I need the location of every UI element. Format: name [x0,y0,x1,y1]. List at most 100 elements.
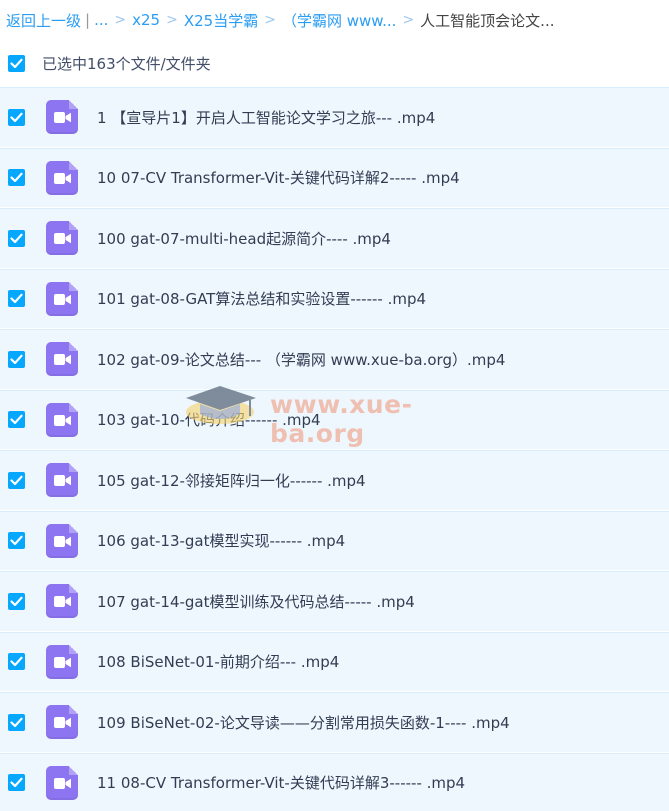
file-name[interactable]: 105 gat-12-邻接矩阵归一化------ .mp4 [97,470,366,491]
file-name[interactable]: 101 gat-08-GAT算法总结和实验设置------ .mp4 [97,288,426,309]
file-name[interactable]: 100 gat-07-multi-head起源简介---- .mp4 [97,228,391,249]
file-checkbox[interactable] [8,290,25,308]
breadcrumb-link-x25[interactable]: x25 [132,11,160,29]
breadcrumb-link-xueba-site[interactable]: （学霸网 www... [282,10,397,31]
file-row[interactable]: 100 gat-07-multi-head起源简介---- .mp4 [0,208,669,269]
video-camera-icon [54,293,71,305]
video-file-icon [46,705,78,740]
checkmark-icon [10,777,23,788]
file-checkbox[interactable] [8,653,25,671]
checkmark-icon [10,58,23,68]
chevron-right-icon: > [166,12,178,28]
selection-count-label: 已选中163个文件/文件夹 [42,54,211,73]
file-name[interactable]: 1 【宣导片1】开启人工智能论文学习之旅--- .mp4 [97,107,435,128]
file-checkbox[interactable] [8,350,25,368]
file-checkbox[interactable] [8,774,25,792]
file-name[interactable]: 11 08-CV Transformer-Vit-关键代码详解3------ .… [97,772,465,793]
file-name[interactable]: 102 gat-09-论文总结--- （学霸网 www.xue-ba.org）.… [97,349,505,370]
file-checkbox[interactable] [8,592,25,610]
file-fold-corner [69,705,78,715]
file-fold-corner [69,644,78,654]
video-camera-icon [54,112,71,124]
back-link[interactable]: 返回上一级 [6,10,81,31]
video-camera-icon [54,475,71,487]
file-fold-corner [69,342,78,352]
checkmark-icon [10,656,23,667]
video-file-icon [46,281,78,316]
file-row[interactable]: 103 gat-10-代码介绍------ .mp4 [0,389,669,450]
breadcrumb-link-x25-xueba[interactable]: X25当学霸 [184,10,258,31]
file-checkbox[interactable] [8,169,25,187]
checkmark-icon [10,596,23,606]
breadcrumb-crumb-xueba-site: > （学霸网 www... [258,10,396,31]
select-all-checkbox[interactable] [8,54,25,72]
checkmark-icon [10,414,23,425]
file-name[interactable]: 109 BiSeNet-02-论文导读——分割常用损失函数-1---- .mp4 [97,712,510,733]
video-file-icon [46,100,78,135]
video-file-icon [46,463,78,498]
video-file-icon [46,160,78,195]
file-checkbox[interactable] [8,411,25,429]
file-name[interactable]: 10 07-CV Transformer-Vit-关键代码详解2----- .m… [97,167,460,188]
breadcrumb-crumb-current: > 人工智能顶会论文... [396,10,554,31]
file-row[interactable]: 101 gat-08-GAT算法总结和实验设置------ .mp4 [0,268,669,329]
file-fold-corner [69,100,78,110]
video-file-icon [46,523,78,558]
file-fold-corner [69,160,78,170]
video-camera-icon [54,717,71,729]
video-camera-icon [54,354,71,366]
file-row[interactable]: 11 08-CV Transformer-Vit-关键代码详解3------ .… [0,752,669,811]
checkmark-icon [10,233,23,243]
file-row[interactable]: 10 07-CV Transformer-Vit-关键代码详解2----- .m… [0,147,669,208]
video-file-icon [46,584,78,619]
file-checkbox[interactable] [8,471,25,489]
checkmark-icon [10,354,23,364]
file-fold-corner [69,463,78,473]
file-name[interactable]: 103 gat-10-代码介绍------ .mp4 [97,409,321,430]
breadcrumb-crumb-x25: > x25 [108,11,160,29]
file-row[interactable]: 1 【宣导片1】开启人工智能论文学习之旅--- .mp4 [0,87,669,148]
checkmark-icon [10,112,23,122]
video-file-icon [46,402,78,437]
file-checkbox[interactable] [8,108,25,126]
file-fold-corner [69,281,78,291]
file-row[interactable]: 108 BiSeNet-01-前期介绍--- .mp4 [0,631,669,692]
file-row[interactable]: 105 gat-12-邻接矩阵归一化------ .mp4 [0,450,669,511]
video-file-icon [46,221,78,256]
checkmark-icon [10,535,23,546]
video-camera-icon [54,535,71,547]
chevron-right-icon: > [264,12,276,28]
video-camera-icon [54,777,71,789]
video-file-icon [46,342,78,377]
breadcrumb: 返回上一级 | ... > x25 > X25当学霸 > （学霸网 www...… [0,0,669,40]
checkmark-icon [10,475,23,485]
breadcrumb-divider: | [85,11,91,29]
video-camera-icon [54,172,71,184]
file-fold-corner [69,402,78,412]
file-checkbox[interactable] [8,229,25,247]
video-camera-icon [54,233,71,245]
video-file-icon [46,644,78,679]
video-camera-icon [54,596,71,608]
breadcrumb-crumb-x25-xueba: > X25当学霸 [160,10,258,31]
breadcrumb-current: 人工智能顶会论文... [420,11,555,30]
chevron-right-icon: > [114,12,127,28]
file-list: 1 【宣导片1】开启人工智能论文学习之旅--- .mp4 10 07-CV Tra… [0,87,669,811]
checkmark-icon [10,293,23,304]
video-file-icon [46,765,78,800]
breadcrumb-ellipsis[interactable]: ... [94,11,108,29]
file-row[interactable]: 102 gat-09-论文总结--- （学霸网 www.xue-ba.org）.… [0,329,669,390]
file-row[interactable]: 106 gat-13-gat模型实现------ .mp4 [0,510,669,571]
file-row[interactable]: 109 BiSeNet-02-论文导读——分割常用损失函数-1---- .mp4 [0,692,669,753]
selection-bar: 已选中163个文件/文件夹 [0,40,669,86]
file-checkbox[interactable] [8,713,25,731]
file-name[interactable]: 107 gat-14-gat模型训练及代码总结----- .mp4 [97,591,415,612]
checkmark-icon [10,172,23,183]
file-fold-corner [69,523,78,533]
file-checkbox[interactable] [8,532,25,550]
file-name[interactable]: 106 gat-13-gat模型实现------ .mp4 [97,530,345,551]
file-fold-corner [69,765,78,775]
checkmark-icon [10,717,23,727]
file-row[interactable]: 107 gat-14-gat模型训练及代码总结----- .mp4 [0,571,669,632]
file-name[interactable]: 108 BiSeNet-01-前期介绍--- .mp4 [97,651,339,672]
